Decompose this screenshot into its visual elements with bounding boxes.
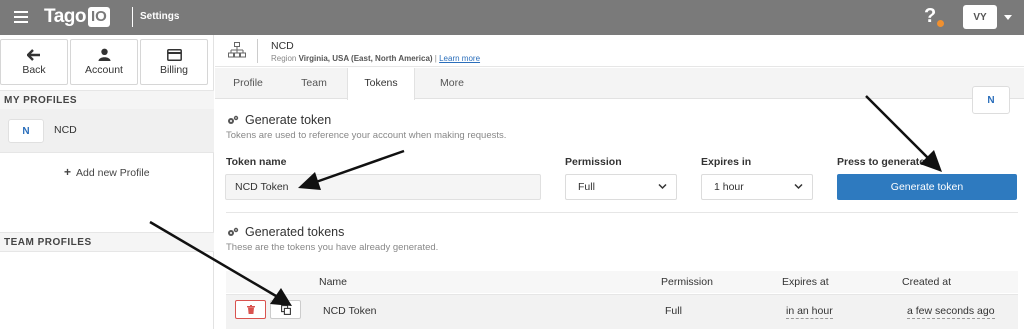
tab-team[interactable]: Team bbox=[281, 68, 347, 99]
add-profile-label: Add new Profile bbox=[76, 167, 150, 179]
expires-in-label: Expires in bbox=[701, 156, 752, 168]
plus-icon: + bbox=[64, 165, 72, 179]
tab-profile[interactable]: Profile bbox=[215, 68, 281, 99]
generate-token-button[interactable]: Generate token bbox=[837, 174, 1017, 200]
account-button[interactable]: Account bbox=[70, 39, 138, 85]
token-expires-cell: in an hour bbox=[786, 305, 833, 319]
tab-more[interactable]: More bbox=[415, 68, 489, 99]
column-header-created-at: Created at bbox=[902, 276, 952, 288]
page-title: Settings bbox=[140, 11, 180, 22]
gears-icon bbox=[228, 227, 239, 236]
chevron-down-icon bbox=[658, 183, 667, 190]
profile-badge: N bbox=[8, 119, 44, 143]
sidebar-nav-buttons: Back Account Billing bbox=[0, 39, 214, 85]
permission-label: Permission bbox=[565, 156, 622, 168]
profile-header: NCD Region Virginia, USA (East, North Am… bbox=[215, 35, 1024, 67]
tab-bar: Profile Team Tokens More bbox=[215, 68, 1024, 100]
back-label: Back bbox=[22, 63, 46, 76]
help-icon[interactable]: ? bbox=[924, 5, 936, 28]
my-profiles-header: MY PROFILES bbox=[0, 90, 214, 110]
learn-more-link[interactable]: Learn more bbox=[439, 54, 480, 63]
profile-name: NCD bbox=[54, 124, 77, 136]
notification-dot bbox=[937, 20, 944, 27]
billing-button[interactable]: Billing bbox=[140, 39, 208, 85]
profile-corner-badge[interactable]: N bbox=[972, 86, 1010, 114]
gears-icon bbox=[228, 115, 239, 124]
section-divider bbox=[226, 212, 1018, 213]
expires-in-select[interactable]: 1 hour bbox=[701, 174, 813, 200]
generated-tokens-title: Generated tokens bbox=[227, 225, 344, 239]
delete-token-button[interactable] bbox=[235, 300, 266, 319]
add-profile-button[interactable]: + Add new Profile bbox=[64, 165, 150, 179]
column-header-permission: Permission bbox=[661, 276, 713, 288]
back-button[interactable]: Back bbox=[0, 39, 68, 85]
tab-tokens[interactable]: Tokens bbox=[347, 68, 415, 100]
profile-item[interactable]: N NCD bbox=[0, 109, 214, 153]
column-header-name: Name bbox=[319, 276, 348, 288]
token-name-label: Token name bbox=[226, 156, 287, 168]
generated-tokens-description: These are the tokens you have already ge… bbox=[226, 242, 439, 253]
sitemap-icon bbox=[228, 42, 246, 58]
tokens-table-header: Name Permission Expires at Created at bbox=[226, 271, 1018, 293]
permission-select[interactable]: Full bbox=[565, 174, 677, 200]
table-row: NCD Token Full in an hour a few seconds … bbox=[226, 294, 1018, 329]
generate-token-description: Tokens are used to reference your accoun… bbox=[226, 130, 507, 141]
token-name-cell: NCD Token bbox=[323, 305, 377, 317]
team-profiles-header: TEAM PROFILES bbox=[0, 232, 214, 252]
billing-label: Billing bbox=[159, 63, 188, 76]
hamburger-menu-icon[interactable] bbox=[14, 11, 28, 23]
token-name-input[interactable]: NCD Token bbox=[225, 174, 541, 200]
tagoio-logo[interactable]: Tago IO bbox=[44, 6, 110, 28]
topbar-divider bbox=[132, 7, 133, 27]
sidebar: Back Account Billing MY PROFILES N NCD +… bbox=[0, 35, 214, 329]
profile-title: NCD bbox=[271, 40, 294, 52]
chevron-down-icon bbox=[794, 183, 803, 190]
press-to-generate-label: Press to generate bbox=[837, 156, 926, 168]
trash-icon bbox=[246, 305, 255, 314]
token-permission-cell: Full bbox=[665, 305, 682, 317]
caret-down-icon[interactable] bbox=[1004, 15, 1012, 20]
arrow-left-icon bbox=[27, 48, 40, 61]
column-header-expires-at: Expires at bbox=[782, 276, 829, 288]
top-bar: Tago IO Settings ? VY bbox=[0, 0, 1024, 35]
profile-region: Region Virginia, USA (East, North Americ… bbox=[271, 54, 481, 63]
header-divider bbox=[257, 39, 258, 63]
token-created-cell: a few seconds ago bbox=[907, 305, 995, 319]
copy-token-button[interactable] bbox=[270, 300, 301, 319]
user-menu-button[interactable]: VY bbox=[963, 5, 997, 29]
credit-card-icon bbox=[166, 48, 182, 61]
copy-icon bbox=[280, 304, 291, 315]
account-label: Account bbox=[85, 64, 123, 76]
user-icon bbox=[98, 48, 110, 61]
generate-token-title: Generate token bbox=[227, 113, 331, 127]
tokens-panel: N Generate token Tokens are used to refe… bbox=[215, 86, 1024, 329]
